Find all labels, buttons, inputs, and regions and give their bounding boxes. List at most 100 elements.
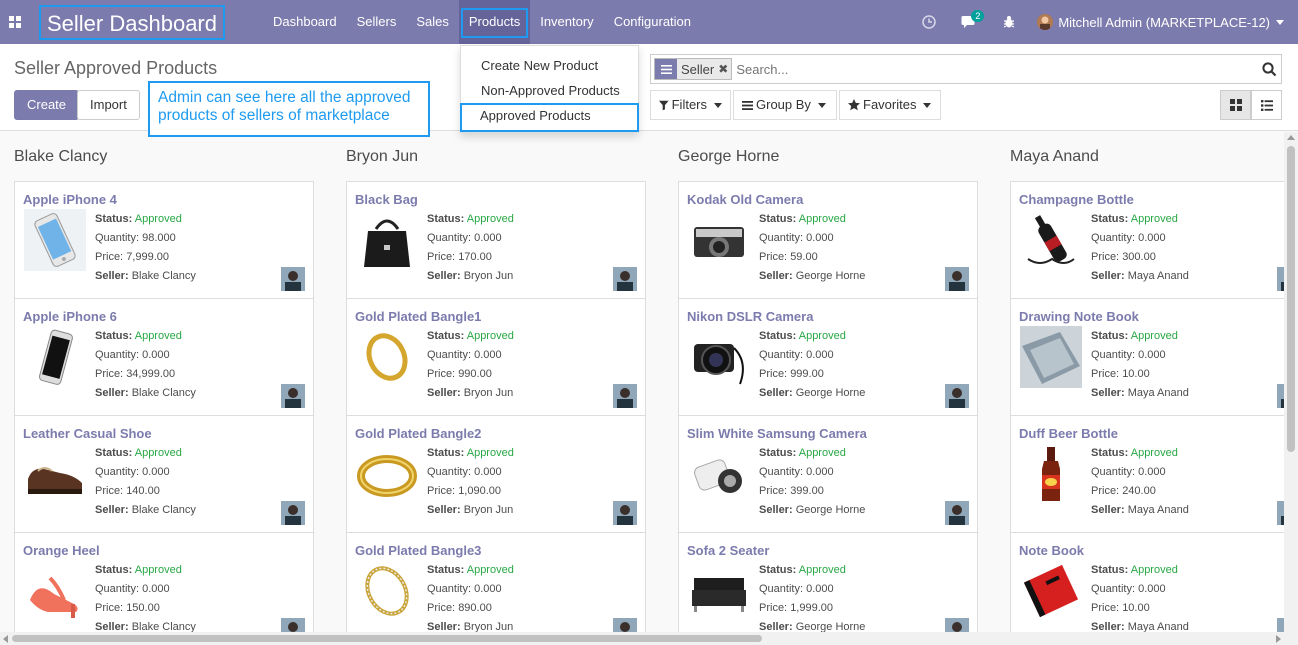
import-button[interactable]: Import [77, 90, 140, 120]
product-name[interactable]: Kodak Old Camera [687, 192, 803, 207]
product-name[interactable]: Gold Plated Bangle3 [355, 543, 481, 558]
groupby-button[interactable]: Group By [733, 90, 837, 120]
product-card[interactable]: Apple iPhone 4 Status: Approved Quantity: … [14, 181, 314, 299]
product-card[interactable]: Leather Casual Shoe Status: Approved Quant… [14, 415, 314, 533]
product-name[interactable]: Champagne Bottle [1019, 192, 1134, 207]
price-label: Price: [1091, 251, 1120, 263]
product-name[interactable]: Slim White Samsung Camera [687, 426, 867, 441]
status-label: Status: [95, 330, 133, 342]
menu-configuration[interactable]: Configuration [604, 0, 701, 44]
product-card[interactable]: Kodak Old Camera Status: Approved Quantity… [678, 181, 978, 299]
column-title: Maya Anand [1010, 148, 1099, 165]
product-card[interactable]: Sofa 2 Seater Status: Approved Quantity: 0… [678, 532, 978, 632]
user-menu[interactable]: Mitchell Admin (MARKETPLACE-12) [1029, 0, 1298, 44]
product-name[interactable]: Apple iPhone 6 [23, 309, 117, 324]
product-name[interactable]: Black Bag [355, 192, 418, 207]
activity-clock-icon[interactable] [909, 0, 949, 44]
product-card[interactable]: Nikon DSLR Camera Status: Approved Quantit… [678, 298, 978, 416]
vertical-scroll-thumb[interactable] [1287, 146, 1295, 452]
product-card[interactable]: Orange Heel Status: Approved Quantity: 0.0… [14, 532, 314, 632]
seller-avatar [613, 618, 637, 632]
menu-item-non-approved-products[interactable]: Non-Approved Products [461, 78, 638, 103]
search-icon[interactable] [1257, 61, 1281, 77]
list-view-button[interactable] [1251, 90, 1282, 120]
search-input[interactable] [736, 61, 1257, 77]
menu-dashboard[interactable]: Dashboard [263, 0, 347, 44]
product-name[interactable]: Leather Casual Shoe [23, 426, 152, 441]
product-image [355, 442, 419, 506]
filters-button[interactable]: Filters [650, 90, 731, 120]
price-value: 399.00 [790, 485, 824, 497]
product-name[interactable]: Nikon DSLR Camera [687, 309, 813, 324]
product-card[interactable]: Duff Beer Bottle Status: Approved Quantity… [1010, 415, 1284, 533]
seller-avatar [945, 618, 969, 632]
menu-inventory[interactable]: Inventory [530, 0, 603, 44]
top-navbar: Seller Dashboard Dashboard Sellers Sales… [0, 0, 1298, 44]
quantity-label: Quantity: [1091, 466, 1136, 478]
product-card[interactable]: Gold Plated Bangle2 Status: Approved Quant… [346, 415, 646, 533]
menu-sellers[interactable]: Sellers [347, 0, 407, 44]
facet-remove-icon[interactable]: ✖ [718, 62, 731, 76]
status-label: Status: [427, 330, 465, 342]
menu-item-create-new-product[interactable]: Create New Product [461, 53, 638, 78]
scroll-up-arrow-icon[interactable] [1287, 135, 1295, 140]
product-name[interactable]: Apple iPhone 4 [23, 192, 117, 207]
user-caret-icon [1276, 19, 1284, 25]
menu-sales[interactable]: Sales [406, 0, 459, 44]
horizontal-scroll-thumb[interactable] [12, 635, 762, 642]
product-name[interactable]: Gold Plated Bangle2 [355, 426, 481, 441]
seller-value: Blake Clancy [131, 387, 196, 399]
product-card[interactable]: Apple iPhone 6 Status: Approved Quantity: … [14, 298, 314, 416]
messages-chat-icon[interactable]: 2 [949, 0, 989, 44]
scroll-left-arrow-icon[interactable] [3, 635, 8, 643]
quantity-label: Quantity: [759, 232, 804, 244]
price-label: Price: [1091, 485, 1120, 497]
menu-item-approved-products[interactable]: Approved Products [460, 103, 639, 132]
seller-avatar [281, 384, 305, 408]
price-value: 300.00 [1122, 251, 1156, 263]
price-value: 240.00 [1122, 485, 1156, 497]
product-card[interactable]: Gold Plated Bangle1 Status: Approved Quant… [346, 298, 646, 416]
status-value: Approved [466, 564, 514, 576]
seller-avatar [281, 618, 305, 632]
horizontal-scrollbar[interactable] [0, 632, 1284, 645]
product-image [1019, 325, 1083, 389]
quantity-label: Quantity: [1091, 583, 1136, 595]
kanban-view-button[interactable] [1220, 90, 1251, 120]
product-card[interactable]: Slim White Samsung Camera Status: Approve… [678, 415, 978, 533]
debug-bug-icon[interactable] [989, 0, 1029, 44]
product-card[interactable]: Gold Plated Bangle3 Status: Approved Quant… [346, 532, 646, 632]
vertical-scrollbar[interactable] [1284, 132, 1298, 632]
product-image [355, 559, 419, 623]
product-card[interactable]: Note Book Status: Approved Quantity: 0.000… [1010, 532, 1284, 632]
create-button[interactable]: Create [14, 90, 80, 120]
product-name[interactable]: Sofa 2 Seater [687, 543, 769, 558]
menu-products[interactable]: Products [458, 0, 531, 44]
status-value: Approved [1130, 564, 1178, 576]
apps-grid-icon[interactable] [0, 0, 29, 44]
quantity-value: 0.000 [142, 466, 170, 478]
price-value: 140.00 [126, 485, 160, 497]
seller-avatar [945, 267, 969, 291]
scroll-right-arrow-icon[interactable] [1276, 635, 1281, 643]
product-card[interactable]: Champagne Bottle Status: Approved Quantity… [1010, 181, 1284, 299]
product-name[interactable]: Duff Beer Bottle [1019, 426, 1118, 441]
app-brand-title[interactable]: Seller Dashboard [39, 5, 225, 40]
product-card[interactable]: Black Bag Status: Approved Quantity: 0.000… [346, 181, 646, 299]
product-details: Status: Approved Quantity: 0.000 Price: 30… [1091, 210, 1189, 286]
product-name[interactable]: Note Book [1019, 543, 1084, 558]
seller-label: Seller: [95, 504, 129, 516]
product-card[interactable]: Drawing Note Book Status: Approved Quantit… [1010, 298, 1284, 416]
quantity-value: 0.000 [474, 583, 502, 595]
favorites-button[interactable]: Favorites [839, 90, 941, 120]
product-name[interactable]: Orange Heel [23, 543, 100, 558]
product-name[interactable]: Gold Plated Bangle1 [355, 309, 481, 324]
product-name[interactable]: Drawing Note Book [1019, 309, 1139, 324]
seller-value: Maya Anand [1127, 270, 1189, 282]
seller-label: Seller: [427, 387, 461, 399]
seller-avatar [1277, 267, 1284, 291]
user-name: Mitchell Admin (MARKETPLACE-12) [1058, 14, 1270, 30]
search-facet-seller[interactable]: Seller ✖ [654, 58, 733, 80]
status-label: Status: [759, 564, 797, 576]
price-label: Price: [759, 251, 788, 263]
